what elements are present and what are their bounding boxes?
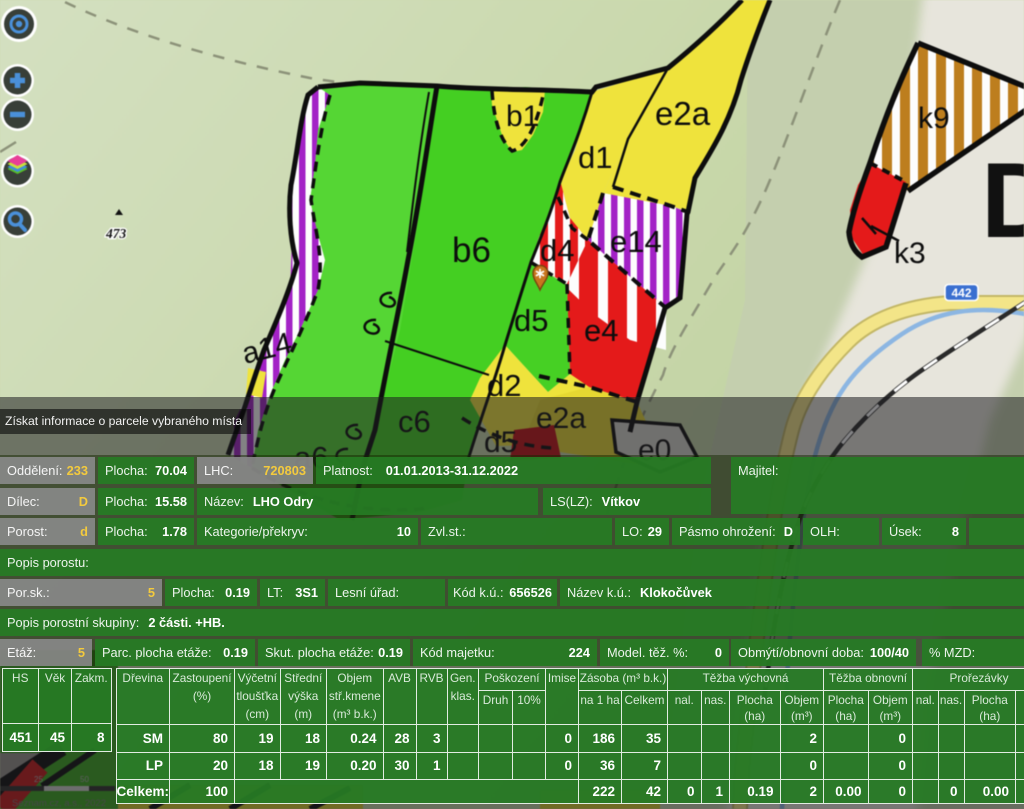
svg-text:e14: e14 bbox=[610, 224, 662, 259]
svg-text:d1: d1 bbox=[578, 140, 612, 175]
svg-text:e4: e4 bbox=[584, 313, 618, 348]
svg-text:b1: b1 bbox=[506, 100, 539, 133]
svg-text:e2a: e2a bbox=[655, 95, 711, 132]
svg-text:473: 473 bbox=[105, 226, 127, 241]
svg-text:D: D bbox=[981, 140, 1024, 260]
svg-text:d5: d5 bbox=[514, 303, 548, 338]
svg-text:k9: k9 bbox=[918, 102, 950, 135]
svg-text:d4: d4 bbox=[540, 233, 574, 268]
svg-text:b6: b6 bbox=[452, 231, 491, 270]
svg-text:442: 442 bbox=[951, 286, 971, 300]
svg-text:k3: k3 bbox=[894, 237, 926, 270]
